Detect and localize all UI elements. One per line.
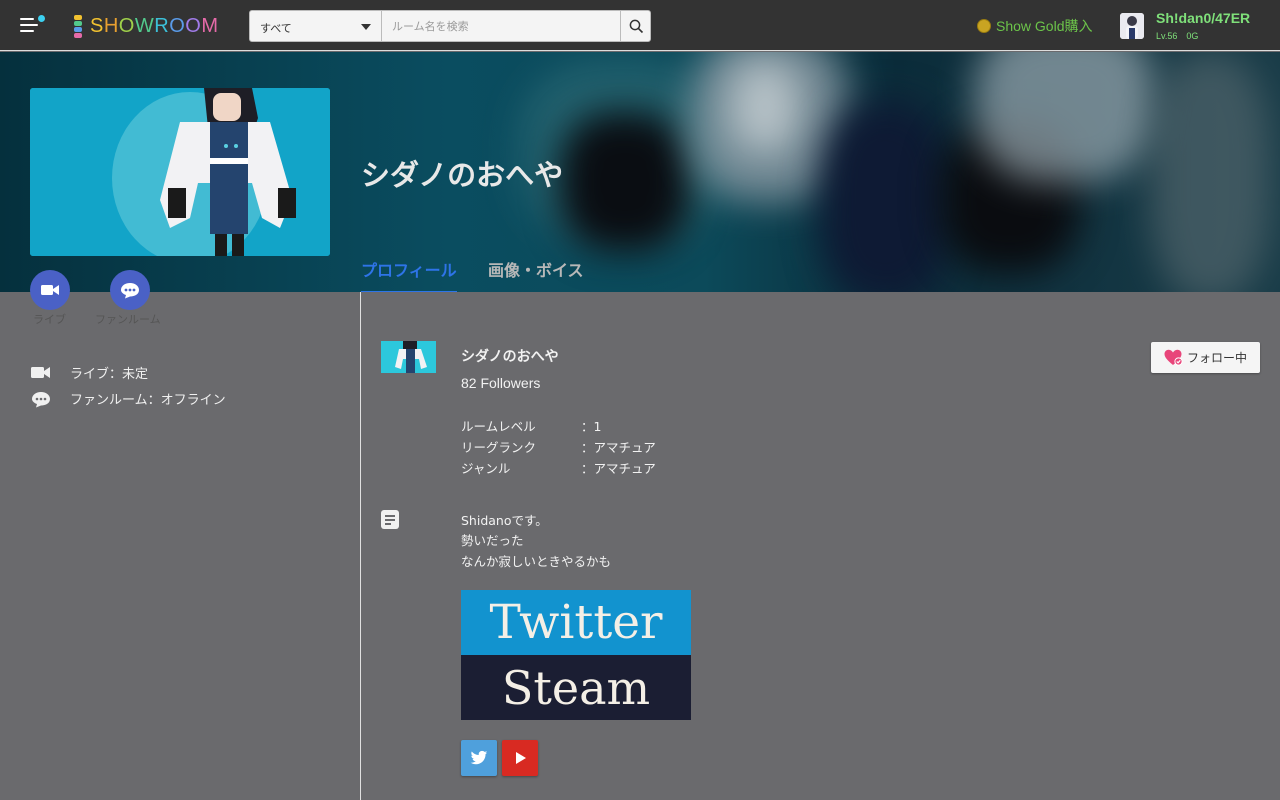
user-name[interactable]: Sh!dan0/47ER	[1156, 10, 1250, 26]
user-avatar[interactable]	[1120, 13, 1144, 39]
chat-icon	[121, 283, 139, 299]
live-button[interactable]	[30, 270, 70, 310]
user-meta: Lv.56 0G	[1156, 31, 1207, 41]
description-line: Shidanoです。	[461, 513, 548, 528]
info-room-level: ルームレベル ：1	[461, 416, 601, 435]
user-gold: 0G	[1186, 31, 1199, 41]
chat-icon	[30, 390, 52, 408]
steam-banner-text: Steam	[501, 660, 651, 715]
info-key: ジャンル	[461, 461, 511, 476]
follow-button-label: フォロー中	[1186, 351, 1247, 365]
description-line: なんか寂しいときやるかも	[461, 554, 612, 569]
search-category-label: すべて	[260, 22, 292, 35]
profile-avatar	[381, 341, 436, 373]
search-input[interactable]	[382, 10, 621, 42]
room-thumbnail-image	[30, 88, 330, 256]
info-value: ：アマチュア	[581, 440, 656, 455]
menu-icon[interactable]	[20, 15, 46, 37]
logo-text: SHOWROOM	[90, 14, 219, 37]
youtube-button[interactable]	[502, 740, 538, 776]
user-level: Lv.56	[1156, 31, 1178, 41]
showroom-logo[interactable]: SHOWROOM	[72, 12, 219, 40]
coin-icon	[977, 19, 991, 33]
live-label: ライブ	[33, 313, 66, 326]
followers-count: 82 Followers	[461, 375, 541, 391]
info-genre: ジャンル ：アマチュア	[461, 458, 656, 477]
room-title: シダノのおへや	[361, 158, 564, 192]
info-key: リーグランク	[461, 440, 537, 455]
description-line: 勢いだった	[461, 533, 524, 548]
room-banner: シダノのおへや プロフィール 画像・ボイス	[0, 52, 1280, 292]
info-league-rank: リーグランク ：アマチュア	[461, 437, 656, 456]
info-value: ：アマチュア	[581, 461, 656, 476]
notification-dot	[38, 15, 45, 22]
show-gold-buy-link[interactable]: Show Gold購入	[977, 17, 1092, 35]
heart-icon	[1164, 349, 1183, 366]
document-icon	[381, 510, 399, 529]
search-category-select[interactable]: すべて	[249, 10, 382, 42]
tab-images-voice[interactable]: 画像・ボイス	[488, 257, 584, 291]
chevron-down-icon	[361, 24, 371, 30]
camera-icon	[41, 285, 59, 295]
info-key: ルームレベル	[461, 419, 536, 434]
profile-name: シダノのおへや	[461, 349, 559, 365]
fanroom-button[interactable]	[110, 270, 150, 310]
follow-button[interactable]: フォロー中	[1151, 342, 1260, 373]
tab-profile[interactable]: プロフィール	[361, 257, 457, 292]
camera-icon	[30, 364, 52, 382]
avatar-image	[1120, 13, 1144, 39]
profile-avatar-image	[381, 341, 436, 373]
live-status: ライブ：未定	[30, 363, 148, 382]
twitter-icon	[470, 750, 488, 765]
steam-banner-link[interactable]: Steam	[461, 655, 691, 720]
info-value: ：1	[581, 419, 602, 434]
live-status-text: ライブ：未定	[70, 367, 149, 382]
twitter-button[interactable]	[461, 740, 497, 776]
top-header: SHOWROOM すべて Show Gold購入 Sh!dan0/47ER Lv…	[0, 0, 1280, 51]
search-button[interactable]	[620, 10, 651, 42]
logo-mark-icon	[72, 14, 84, 38]
twitter-banner-link[interactable]: Twitter	[461, 590, 691, 655]
show-gold-buy-label: Show Gold購入	[996, 18, 1093, 34]
room-thumbnail	[30, 88, 330, 256]
fanroom-label: ファンルーム	[95, 313, 161, 326]
search-icon	[629, 19, 644, 34]
twitter-banner-text: Twitter	[489, 595, 663, 650]
fanroom-status-text: ファンルーム：オフライン	[70, 393, 226, 408]
youtube-icon	[516, 752, 526, 764]
column-divider	[360, 292, 361, 800]
fanroom-status: ファンルーム：オフライン	[30, 389, 226, 408]
